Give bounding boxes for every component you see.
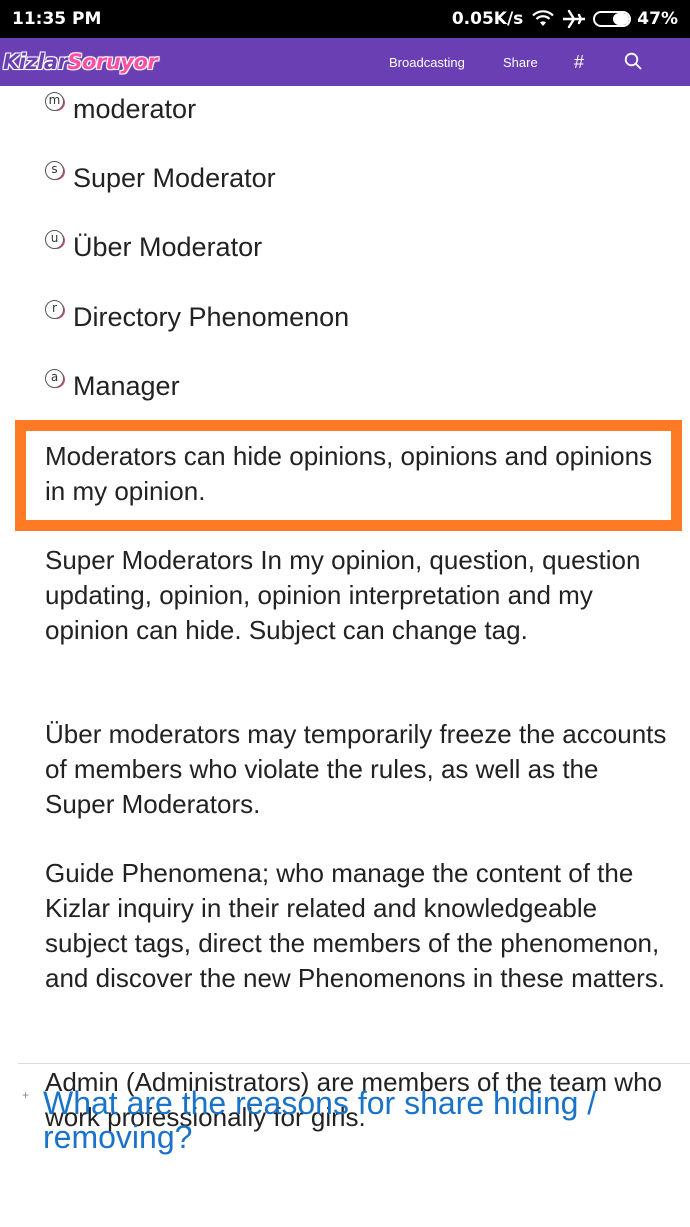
status-bar: 11:35 PM 0.05K/s 47% xyxy=(0,0,690,38)
logo-text-soruyor: Soruyor xyxy=(67,50,158,74)
expand-icon[interactable]: + xyxy=(22,1088,29,1102)
moderator-badge-icon: m xyxy=(45,92,64,111)
role-label: Directory Phenomenon xyxy=(73,302,350,332)
site-logo[interactable]: KizlarSoruyor xyxy=(3,50,158,74)
hashtag-link[interactable]: # xyxy=(574,38,584,86)
section-divider xyxy=(18,1063,690,1064)
app-bar: KizlarSoruyor Broadcasting Share # xyxy=(0,38,690,86)
manager-badge-icon: a xyxy=(45,369,64,388)
faq-question-title[interactable]: What are the reasons for share hiding / … xyxy=(43,1086,683,1154)
wifi-icon xyxy=(531,10,555,28)
role-label: Über Moderator xyxy=(73,232,263,262)
super-moderator-badge-icon: s xyxy=(45,161,64,180)
role-item-manager: a Manager xyxy=(45,369,180,411)
uber-moderators-paragraph: Über moderators may temporarily freeze t… xyxy=(45,719,667,819)
battery-icon xyxy=(593,11,632,27)
search-icon xyxy=(624,52,642,73)
role-label: Super Moderator xyxy=(73,163,276,193)
super-moderators-paragraph: Super Moderators In my opinion, question… xyxy=(45,545,641,645)
moderators-paragraph: Moderators can hide opinions, opinions a… xyxy=(45,441,653,506)
battery-percent: 47% xyxy=(637,9,678,29)
role-label: Manager xyxy=(73,371,180,401)
phenomenon-badge-icon: r xyxy=(45,300,64,319)
role-item-uber-moderator: u Über Moderator xyxy=(45,230,263,272)
airplane-icon xyxy=(563,9,586,29)
status-time: 11:35 PM xyxy=(12,9,102,29)
role-item-moderator: m moderator xyxy=(45,92,197,134)
network-speed: 0.05K/s xyxy=(451,9,524,29)
role-item-directory-phenomenon: r Directory Phenomenon xyxy=(45,300,350,342)
broadcasting-link[interactable]: Broadcasting xyxy=(389,38,465,86)
role-label: moderator xyxy=(73,94,197,124)
uber-moderator-badge-icon: u xyxy=(45,230,64,249)
share-link[interactable]: Share xyxy=(503,38,538,86)
search-button[interactable] xyxy=(624,38,642,86)
role-item-super-moderator: s Super Moderator xyxy=(45,161,276,203)
battery-indicator: 47% xyxy=(593,9,678,29)
logo-text-kizlar: Kizlar xyxy=(3,50,68,74)
status-indicators: 0.05K/s 47% xyxy=(452,9,678,29)
guide-phenomena-paragraph: Guide Phenomena; who manage the content … xyxy=(45,858,666,993)
